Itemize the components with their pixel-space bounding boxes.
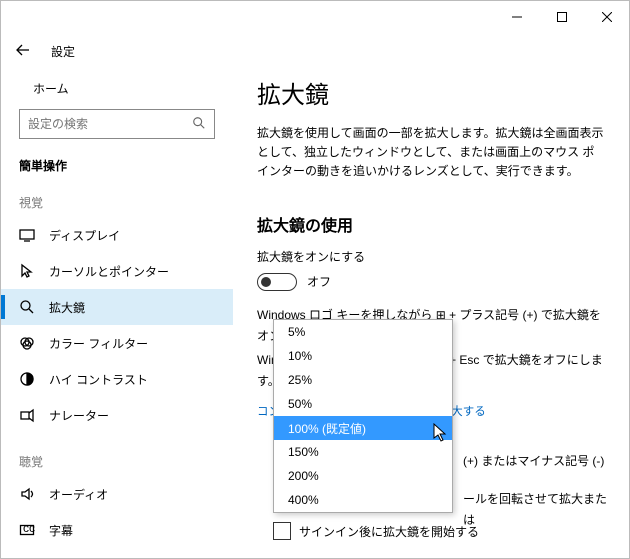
obscured-text: (+) またはマイナス記号 (-) ールを回転させて拡大または [463,451,613,530]
sidebar-item-label: オーディオ [49,486,108,503]
toggle-state-text: オフ [307,273,331,290]
search-input[interactable] [19,109,215,139]
sidebar-item-contrast[interactable]: ハイ コントラスト [1,361,233,397]
sidebar-item-label: 拡大鏡 [49,299,85,316]
cursor-icon [19,263,35,279]
magnifier-toggle[interactable] [257,273,297,291]
sidebar: ホーム 簡単操作 視覚 ディスプレイカーソルとポインター拡大鏡カラー フィルター… [1,69,233,558]
search-field[interactable] [28,117,192,131]
dropdown-option[interactable]: 400% [274,488,452,512]
dropdown-option[interactable]: 200% [274,464,452,488]
close-button[interactable] [584,1,629,33]
narrator-icon [19,407,35,423]
sidebar-item-display[interactable]: ディスプレイ [1,217,233,253]
section-hearing-label: 聴覚 [19,453,215,470]
dropdown-option[interactable]: 150% [274,440,452,464]
mouse-cursor-icon [433,423,447,446]
svg-text:cc: cc [23,522,35,535]
window-titlebar [1,1,629,33]
audio-icon [19,486,35,502]
search-icon [192,116,206,133]
captions-icon: cc [19,522,35,538]
start-after-signin-label: サインイン後に拡大鏡を開始する [299,523,479,540]
using-heading: 拡大鏡の使用 [257,212,605,236]
dropdown-option[interactable]: 10% [274,344,452,368]
page-description: 拡大鏡を使用して画面の一部を拡大します。拡大鏡は全画面表示として、独立したウィン… [257,124,605,182]
sidebar-home[interactable]: ホーム [19,69,215,107]
sidebar-item-cursor[interactable]: カーソルとポインター [1,253,233,289]
sidebar-item-label: カーソルとポインター [49,263,169,280]
sidebar-item-audio[interactable]: オーディオ [1,476,233,512]
color-filter-icon [19,335,35,351]
sidebar-item-magnifier[interactable]: 拡大鏡 [1,289,233,325]
back-icon[interactable] [15,42,31,61]
sidebar-item-narrator[interactable]: ナレーター [1,397,233,433]
sidebar-item-label: ハイ コントラスト [49,371,148,388]
sidebar-item-label: 字幕 [49,522,73,539]
section-vision-label: 視覚 [19,194,215,211]
header-row: 設定 [1,33,629,69]
sidebar-item-label: ディスプレイ [49,227,120,244]
zoom-increment-dropdown[interactable]: 5%10%25%50%100% (既定値)150%200%400% [273,319,453,513]
maximize-button[interactable] [539,1,584,33]
sidebar-item-captions[interactable]: cc 字幕 [1,512,233,548]
turn-on-label: 拡大鏡をオンにする [257,248,605,265]
dropdown-option[interactable]: 25% [274,368,452,392]
page-title: 拡大鏡 [257,75,605,110]
home-label: ホーム [33,80,69,97]
display-icon [19,227,35,243]
magnifier-icon [19,299,35,315]
sidebar-group-label: 簡単操作 [19,157,215,174]
sidebar-item-label: ナレーター [49,407,109,424]
start-after-signin-row[interactable]: サインイン後に拡大鏡を開始する [273,522,479,540]
window-title: 設定 [51,43,75,60]
dropdown-option[interactable]: 50% [274,392,452,416]
start-after-signin-checkbox[interactable] [273,522,291,540]
sidebar-item-label: カラー フィルター [49,335,148,352]
minimize-button[interactable] [494,1,539,33]
contrast-icon [19,371,35,387]
sidebar-item-color-filter[interactable]: カラー フィルター [1,325,233,361]
dropdown-option[interactable]: 100% (既定値) [274,416,452,440]
dropdown-option[interactable]: 5% [274,320,452,344]
